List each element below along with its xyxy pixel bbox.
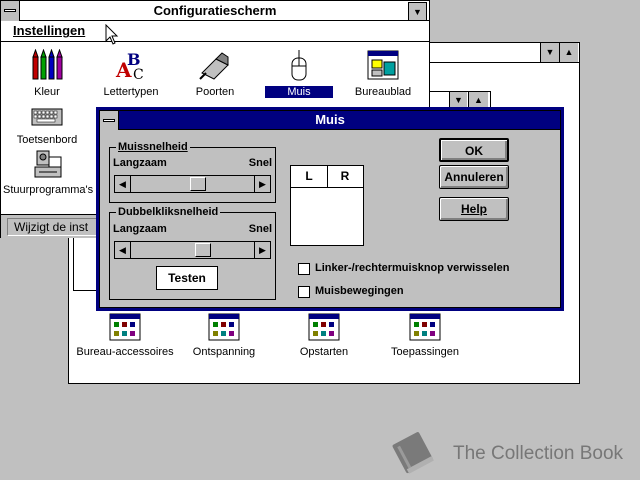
ok-button[interactable]: OK bbox=[439, 138, 509, 162]
cancel-button[interactable]: Annuleren bbox=[439, 165, 509, 189]
group-label: Opstarten bbox=[299, 346, 349, 358]
test-button[interactable]: Testen bbox=[156, 266, 218, 290]
icon-stuurprogrammas[interactable]: Stuurprogramma's bbox=[3, 149, 93, 196]
icon-label-selected: Muis bbox=[265, 86, 333, 98]
dbl-slow-label: Langzaam bbox=[113, 223, 167, 235]
control-panel-titlebar[interactable]: Configuratiescherm bbox=[1, 1, 429, 21]
mouse-pointer-icon bbox=[105, 24, 119, 45]
mouse-dialog-titlebar[interactable]: Muis bbox=[100, 111, 560, 130]
window-title: Configuratiescherm bbox=[153, 3, 277, 18]
icon-lettertypen[interactable]: A B C Lettertypen bbox=[97, 49, 165, 98]
menu-bar: Instellingen bbox=[1, 21, 429, 42]
ok-label: OK bbox=[465, 144, 483, 158]
swap-buttons-checkbox[interactable] bbox=[298, 263, 310, 275]
ports-icon bbox=[199, 52, 229, 80]
icon-label: Toetsenbord bbox=[16, 134, 78, 146]
maximize-button[interactable]: ▲ bbox=[559, 43, 578, 62]
watermark-text: The Collection Book bbox=[453, 443, 624, 464]
fonts-icon: A B C bbox=[115, 50, 144, 83]
menu-instellingen[interactable]: Instellingen bbox=[13, 23, 85, 38]
group-label: Ontspanning bbox=[192, 346, 256, 358]
scroll-right-arrow[interactable]: ▶ bbox=[254, 176, 270, 192]
speed-slider-thumb[interactable] bbox=[190, 177, 206, 191]
drivers-icon bbox=[34, 150, 62, 178]
svg-text:C: C bbox=[133, 67, 144, 81]
double-click-scrollbar[interactable]: ◀ ▶ bbox=[114, 241, 271, 259]
maximize-button[interactable]: ▼ bbox=[408, 2, 427, 21]
mouse-trails-checkbox[interactable] bbox=[298, 286, 310, 298]
system-menu-button[interactable] bbox=[100, 111, 119, 130]
icon-toetsenbord[interactable]: Toetsenbord bbox=[11, 105, 83, 146]
swap-buttons-label[interactable]: Linker-/rechtermuisknop verwisselen bbox=[315, 262, 509, 274]
program-group-icon bbox=[409, 313, 441, 341]
speed-slow-label: Langzaam bbox=[113, 157, 167, 169]
minimize-button[interactable]: ▼ bbox=[540, 43, 559, 62]
icon-kleur[interactable]: Kleur bbox=[13, 48, 81, 98]
group-icon-toepassingen[interactable]: Toepassingen bbox=[375, 313, 475, 358]
scroll-right-arrow[interactable]: ▶ bbox=[254, 242, 270, 258]
status-text: Wijzigt de inst bbox=[14, 220, 89, 234]
color-crayons-icon bbox=[32, 48, 63, 80]
icon-poorten[interactable]: Poorten bbox=[181, 49, 249, 98]
group-label: Bureau-accessoires bbox=[76, 346, 174, 358]
double-click-title: Dubbelkliksnelheid bbox=[116, 205, 221, 219]
double-click-slider-thumb[interactable] bbox=[195, 243, 211, 257]
right-button-label: R bbox=[340, 169, 350, 183]
desktop-icon bbox=[367, 50, 399, 80]
program-group-icon bbox=[308, 313, 340, 341]
mouse-speed-title: Muissnelheid bbox=[116, 140, 190, 154]
mouse-speed-group: Muissnelheid Langzaam Snel ◀ ▶ bbox=[109, 140, 276, 203]
icon-label: Bureaublad bbox=[354, 86, 412, 98]
group-label: Toepassingen bbox=[391, 346, 459, 358]
help-button[interactable]: Help bbox=[439, 197, 509, 221]
speed-fast-label: Snel bbox=[248, 157, 272, 169]
cancel-label: Annuleren bbox=[444, 170, 504, 184]
program-group-icon bbox=[208, 313, 240, 341]
icon-label: Lettertypen bbox=[103, 86, 159, 98]
icon-muis[interactable]: Muis bbox=[265, 49, 333, 98]
dbl-fast-label: Snel bbox=[248, 223, 272, 235]
speed-scrollbar[interactable]: ◀ ▶ bbox=[114, 175, 271, 193]
mouse-icon bbox=[291, 50, 307, 81]
system-menu-button[interactable] bbox=[1, 1, 20, 21]
mouse-dialog: Muis Muissnelheid Langzaam Snel ◀ ▶ Dubb… bbox=[96, 107, 564, 311]
icon-label: Stuurprogramma's bbox=[3, 184, 94, 196]
mouse-trails-label[interactable]: Muisbewegingen bbox=[315, 285, 404, 297]
group-icon-bureau-accessoires[interactable]: Bureau-accessoires bbox=[73, 313, 177, 358]
icon-label: Poorten bbox=[195, 86, 235, 98]
icon-label: Kleur bbox=[34, 86, 60, 98]
keyboard-icon bbox=[31, 108, 63, 126]
scroll-left-arrow[interactable]: ◀ bbox=[115, 176, 131, 192]
book-logo-icon bbox=[392, 432, 434, 474]
group-icon-opstarten[interactable]: Opstarten bbox=[274, 313, 374, 358]
dialog-title: Muis bbox=[315, 112, 345, 127]
test-label: Testen bbox=[168, 271, 206, 285]
scroll-left-arrow[interactable]: ◀ bbox=[115, 242, 131, 258]
double-click-group: Dubbelkliksnelheid Langzaam Snel ◀ ▶ Tes… bbox=[109, 205, 276, 300]
group-icon-ontspanning[interactable]: Ontspanning bbox=[174, 313, 274, 358]
left-button-label: L bbox=[305, 169, 313, 183]
program-group-icon bbox=[109, 313, 141, 341]
mouse-buttons-preview: L R bbox=[290, 165, 364, 246]
icon-bureaublad[interactable]: Bureaublad bbox=[349, 49, 417, 98]
help-label: Help bbox=[460, 202, 487, 216]
